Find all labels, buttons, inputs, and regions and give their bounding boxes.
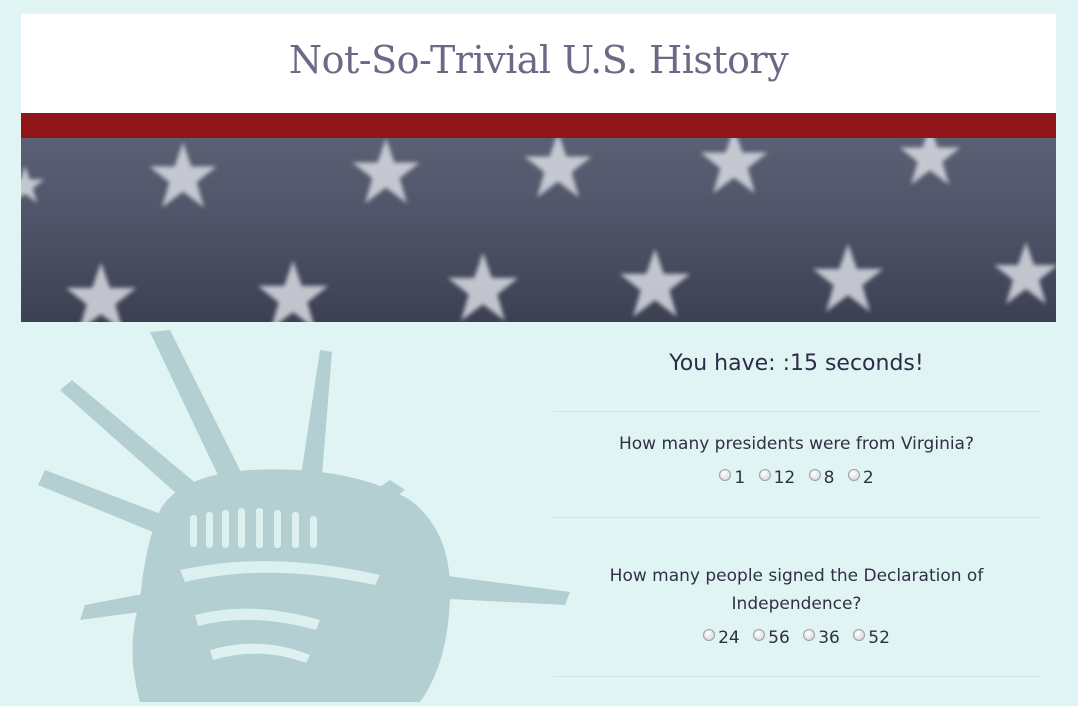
answer-label: 1: [734, 468, 746, 488]
question-text: How many people signed the Declaration o…: [609, 566, 984, 614]
answer-label: 2: [862, 468, 874, 488]
question-2: How many people signed the Declaration o…: [553, 518, 1040, 676]
answer-option[interactable]: 1: [719, 468, 745, 488]
answer-label: 12: [773, 468, 796, 488]
answer-option[interactable]: 52: [853, 628, 890, 648]
radio-button[interactable]: [753, 629, 766, 641]
answer-option[interactable]: 2: [847, 468, 874, 488]
answer-options: 24 56 36 52: [583, 628, 1010, 648]
answer-option[interactable]: 56: [753, 628, 790, 648]
page-header: Not-So-Trivial U.S. History: [21, 14, 1056, 113]
timer-text: You have: :15 seconds!: [669, 351, 924, 376]
answer-option[interactable]: 36: [803, 628, 840, 648]
red-stripe: [21, 113, 1056, 138]
quiz-panel: You have: :15 seconds! How many presiden…: [553, 340, 1040, 677]
stars-banner: [21, 138, 1056, 322]
answer-option[interactable]: 12: [758, 468, 796, 488]
radio-button[interactable]: [703, 629, 716, 641]
page-title: Not-So-Trivial U.S. History: [288, 38, 789, 82]
answer-label: 8: [823, 468, 835, 488]
answer-label: 56: [768, 628, 790, 648]
radio-button[interactable]: [847, 469, 860, 481]
radio-button[interactable]: [719, 469, 732, 481]
radio-button[interactable]: [853, 629, 866, 641]
answer-label: 24: [718, 628, 740, 648]
radio-button[interactable]: [758, 469, 771, 481]
answer-option[interactable]: 8: [808, 468, 835, 488]
answer-label: 52: [868, 628, 890, 648]
question-1: How many presidents were from Virginia? …: [553, 412, 1040, 517]
answer-label: 36: [818, 628, 840, 648]
radio-button[interactable]: [808, 469, 821, 481]
stars-banner-image: [21, 138, 1056, 322]
question-text: How many presidents were from Virginia?: [618, 434, 975, 454]
radio-button[interactable]: [803, 629, 816, 641]
answer-option[interactable]: 24: [703, 628, 740, 648]
answer-options: 1 12 8 2: [583, 468, 1010, 488]
statue-of-liberty-illustration: [20, 330, 580, 702]
divider: [553, 676, 1040, 677]
